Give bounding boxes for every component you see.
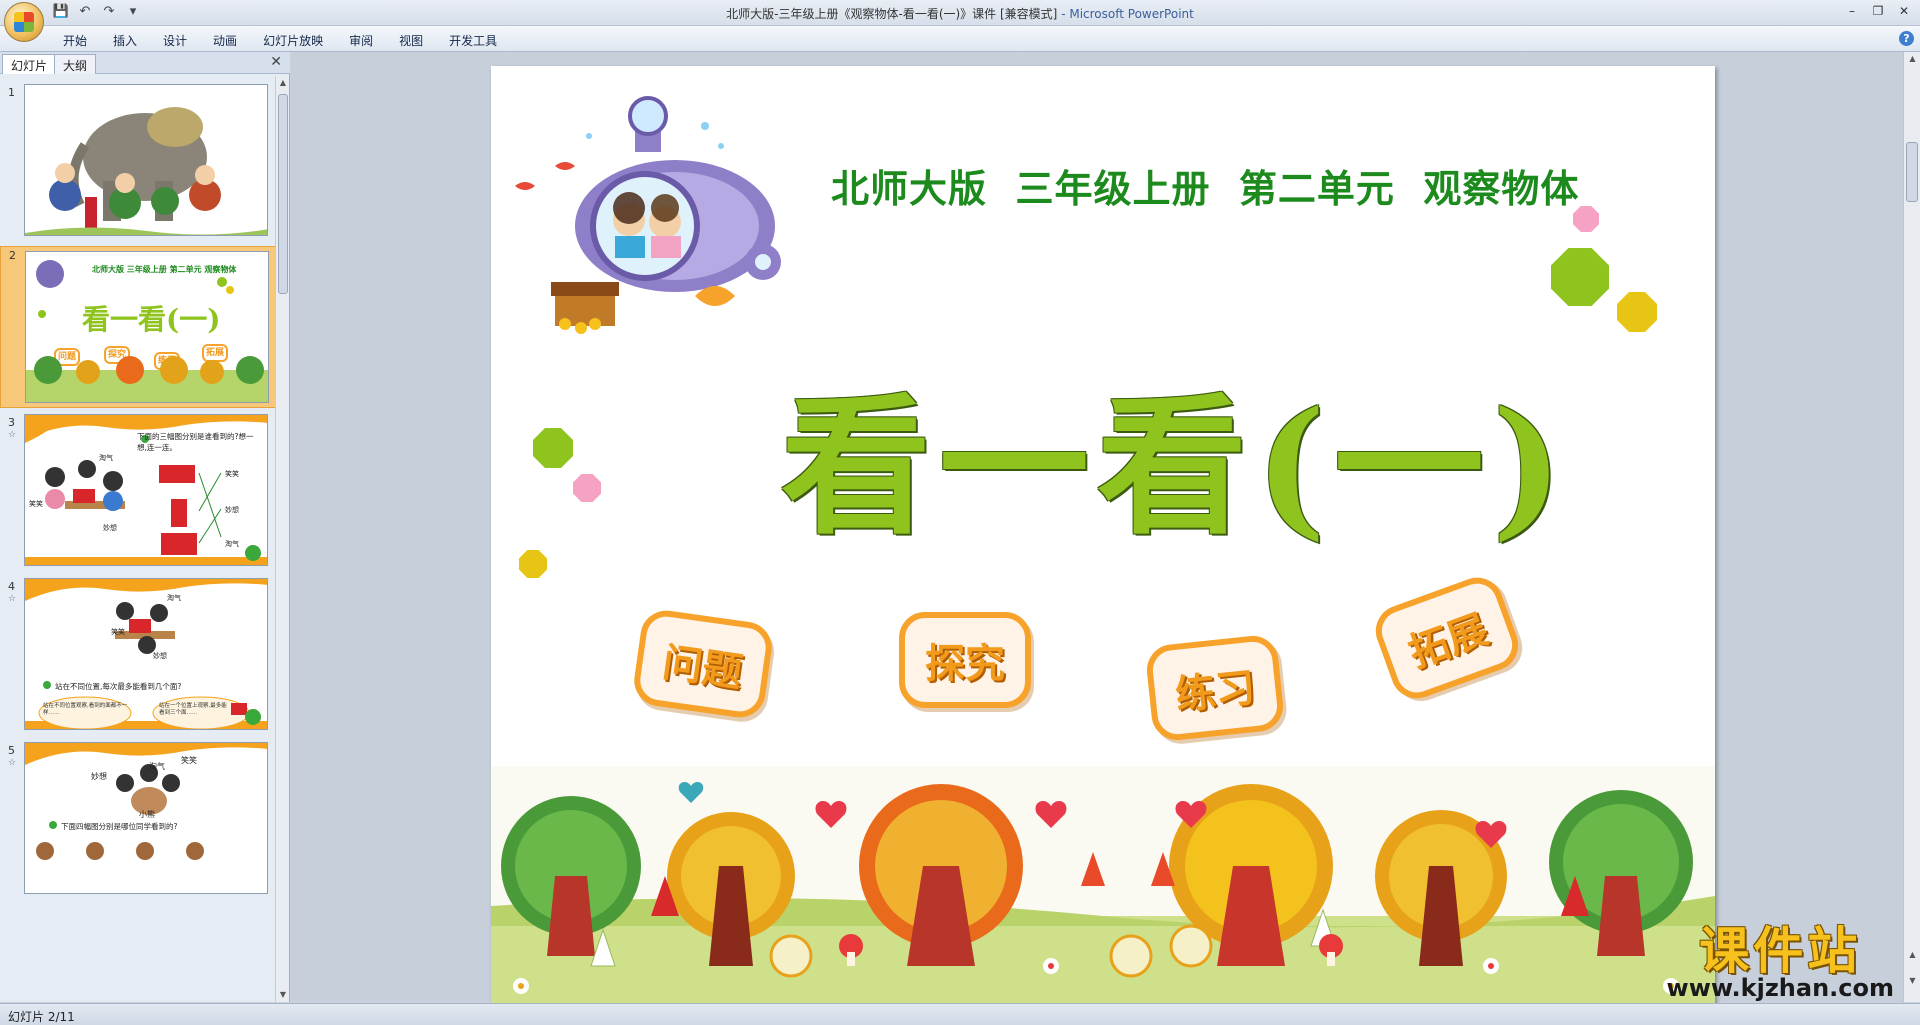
- close-pane-icon[interactable]: ✕: [270, 54, 282, 70]
- tab-view[interactable]: 视图: [386, 30, 436, 51]
- app-name: - Microsoft PowerPoint: [1057, 7, 1194, 21]
- thumb3-label: 淘气: [225, 540, 239, 548]
- slide-thumbnail-3[interactable]: 下面的三幅图分别是谁看到的?想一想,连一连。 淘气 笑笑 妙想 笑笑 妙想 淘气: [24, 414, 268, 566]
- scrollbar-thumb[interactable]: [278, 94, 288, 294]
- pink-octagon-decoration: [1573, 206, 1599, 232]
- animation-star-icon: ☆: [8, 758, 17, 768]
- slide-counter: 幻灯片 2/11: [8, 1010, 75, 1024]
- slide-thumbnails: 1 2 北师大版 三年级上册 第二单元 观察物体 看一看(一) 问题 探究 拓展…: [0, 76, 276, 1002]
- slide-number: 5: [8, 744, 15, 757]
- thumb4-bubble-2: 站在一个位置上观察,最多能看到三个面……: [159, 703, 227, 716]
- animation-star-icon: ☆: [8, 594, 17, 604]
- slide-title: 看一看(一): [781, 379, 1571, 555]
- thumb3-label: 妙想: [103, 524, 117, 532]
- slide-number: 2: [9, 249, 16, 262]
- minimize-button[interactable]: –: [1840, 2, 1864, 20]
- slide-number: 3: [8, 416, 15, 429]
- current-slide[interactable]: 北师大版 三年级上册 第二单元 观察物体 看一看(一) 问题 探究 练习 拓展: [491, 66, 1715, 1018]
- slide-thumbnail-4[interactable]: 淘气 笑笑 妙想 站在不同位置,每次最多能看到几个面? 站在不同位置观察,看到的…: [24, 578, 268, 730]
- thumb3-label: 笑笑: [29, 500, 43, 508]
- status-bar: 幻灯片 2/11: [0, 1003, 1920, 1025]
- slide-thumbnail-1[interactable]: [24, 84, 268, 236]
- thumb5-label: 妙想: [91, 772, 107, 781]
- extension-badge[interactable]: 拓展: [1368, 570, 1526, 706]
- close-button[interactable]: ✕: [1892, 2, 1916, 20]
- tab-outline[interactable]: 大纲: [54, 54, 97, 74]
- thumb5-label: 淘气: [149, 762, 165, 771]
- thumbnail-row-2: 2 北师大版 三年级上册 第二单元 观察物体 看一看(一) 问题 探究 练习 拓…: [0, 246, 276, 408]
- document-title: 北师大版-三年级上册《观察物体-看一看(一)》课件 [兼容模式]: [726, 7, 1058, 21]
- practice-badge[interactable]: 练习: [1144, 633, 1286, 743]
- window-title: 北师大版-三年级上册《观察物体-看一看(一)》课件 [兼容模式] - Micro…: [0, 5, 1920, 22]
- scrollbar-thumb[interactable]: [1906, 142, 1918, 202]
- office-button[interactable]: [4, 2, 44, 42]
- pane-tabs: 幻灯片 大纲 ✕: [0, 52, 290, 74]
- tab-insert[interactable]: 插入: [100, 30, 150, 51]
- explore-badge[interactable]: 探究: [899, 612, 1031, 708]
- office-logo-icon: [14, 12, 34, 32]
- thumbnail-row-3: 3 ☆ 下面的三幅图分别是谁看到的?想一想,连一连。 淘气 笑笑 妙想 笑笑 妙…: [0, 414, 276, 574]
- editor-scrollbar[interactable]: ▲ ▲ ▼: [1903, 52, 1920, 1002]
- animation-star-icon: ☆: [8, 430, 17, 440]
- scroll-up-icon[interactable]: ▲: [1904, 52, 1920, 66]
- watermark: 课件站 www.kjzhan.com: [1667, 924, 1894, 1002]
- tab-slideshow[interactable]: 幻灯片放映: [250, 30, 336, 51]
- thumb5-text: 下面四幅图分别是哪位同学看到的?: [61, 822, 178, 831]
- scroll-up-icon[interactable]: ▲: [276, 76, 290, 90]
- window-controls: – ❐ ✕: [1840, 2, 1916, 20]
- watermark-logo-text: 课件站: [1699, 922, 1862, 980]
- slide-thumbnail-2[interactable]: 北师大版 三年级上册 第二单元 观察物体 看一看(一) 问题 探究 练习 拓展: [25, 251, 269, 403]
- tab-design[interactable]: 设计: [150, 30, 200, 51]
- forest-banner: [491, 766, 1715, 1018]
- ribbon: 开始 插入 设计 动画 幻灯片放映 审阅 视图 开发工具 ?: [0, 26, 1920, 52]
- thumbnail-row-4: 4 ☆ 淘气 笑笑 妙想 站在不同位置,每次最多能看到几个面? 站在不同位置观察…: [0, 578, 276, 738]
- scroll-down-icon[interactable]: ▼: [276, 988, 290, 1002]
- tab-animations[interactable]: 动画: [200, 30, 250, 51]
- thumb4-bubble-1: 站在不同位置观察,看到的面都不一样……: [43, 703, 128, 716]
- previous-slide-icon[interactable]: ▲: [1904, 948, 1920, 962]
- thumb4-label: 淘气: [167, 594, 181, 602]
- thumbnail-1-illustration: [25, 85, 267, 235]
- thumb5-label: 小熊: [139, 810, 155, 819]
- ribbon-tabs: 开始 插入 设计 动画 幻灯片放映 审阅 视图 开发工具: [50, 30, 510, 51]
- thumb3-label: 妙想: [225, 506, 239, 514]
- slide-editing-area: 北师大版 三年级上册 第二单元 观察物体 看一看(一) 问题 探究 练习 拓展: [291, 52, 1903, 1018]
- slide-subtitle: 北师大版 三年级上册 第二单元 观察物体: [831, 167, 1580, 211]
- help-icon[interactable]: ?: [1899, 31, 1914, 46]
- green-octagon-decoration: [1551, 248, 1609, 306]
- restore-button[interactable]: ❐: [1866, 2, 1890, 20]
- tab-home[interactable]: 开始: [50, 30, 100, 51]
- tab-developer[interactable]: 开发工具: [436, 30, 510, 51]
- tab-review[interactable]: 审阅: [336, 30, 386, 51]
- thumb4-label: 笑笑: [111, 628, 125, 636]
- submarine-illustration: [515, 96, 781, 334]
- thumb3-text: 下面的三幅图分别是谁看到的?想一想,连一连。: [137, 432, 254, 452]
- thumb4-text: 站在不同位置,每次最多能看到几个面?: [55, 682, 182, 691]
- slide-number: 4: [8, 580, 15, 593]
- thumb5-label: 笑笑: [181, 756, 197, 765]
- thumb3-label: 淘气: [99, 454, 113, 462]
- slides-pane: 幻灯片 大纲 ✕ 1 2 北师大版 三年级上册 第二单元 观察物体 看一看(一)…: [0, 52, 290, 1002]
- yellow-octagon-decoration: [1617, 292, 1657, 332]
- thumb3-label: 笑笑: [225, 470, 239, 478]
- yellow-octagon-decoration: [519, 550, 547, 578]
- next-slide-icon[interactable]: ▼: [1904, 974, 1920, 988]
- tab-slides[interactable]: 幻灯片: [2, 54, 57, 74]
- thumb4-label: 妙想: [153, 652, 167, 660]
- pane-scrollbar[interactable]: ▲ ▼: [275, 76, 289, 1002]
- thumbnail-row-1: 1: [0, 84, 276, 244]
- slide-number: 1: [8, 86, 15, 99]
- slide-thumbnail-5[interactable]: 笑笑 淘气 妙想 小熊 下面四幅图分别是哪位同学看到的?: [24, 742, 268, 894]
- thumbnail-2-decoration: [26, 260, 268, 402]
- title-bar: 💾 ↶ ↷ ▾ 北师大版-三年级上册《观察物体-看一看(一)》课件 [兼容模式]…: [0, 0, 1920, 42]
- question-badge[interactable]: 问题: [630, 607, 776, 721]
- watermark-url: www.kjzhan.com: [1666, 974, 1894, 1002]
- green-octagon-decoration: [533, 428, 573, 468]
- pink-octagon-decoration: [573, 474, 601, 502]
- thumbnail-row-5: 5 ☆ 笑笑 淘气 妙想 小熊 下面四幅图分别是哪位同学看到的?: [0, 742, 276, 902]
